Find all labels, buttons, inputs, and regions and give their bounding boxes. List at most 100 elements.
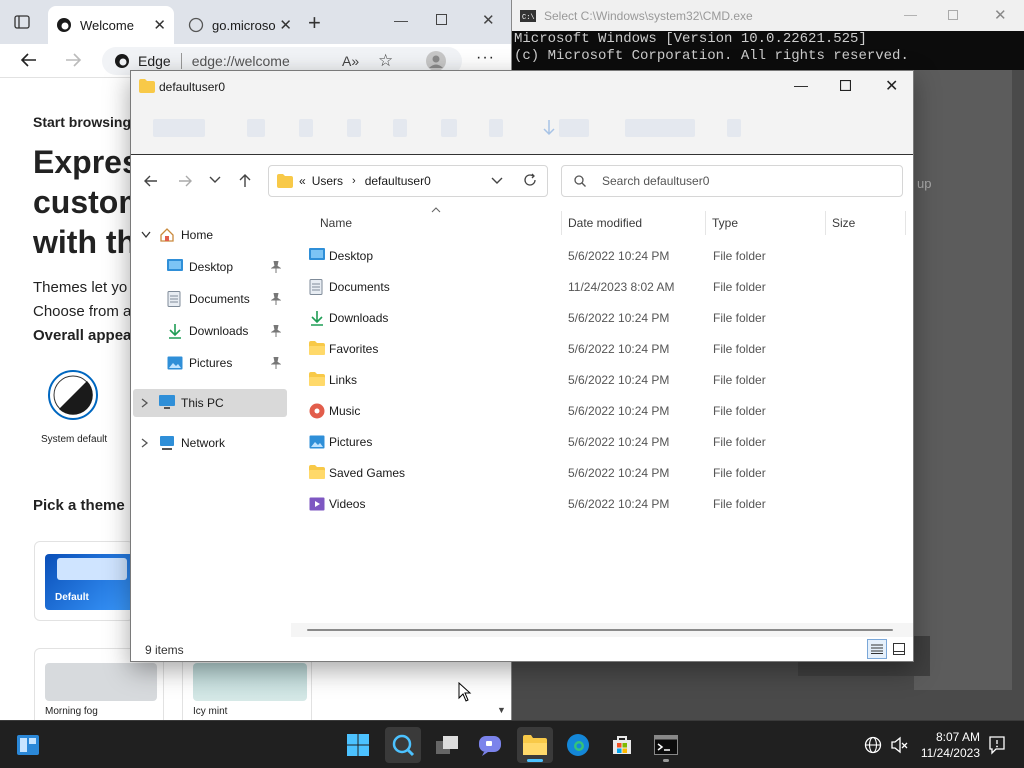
forward-icon[interactable] [64,51,82,69]
sidebar-label: Network [181,436,226,450]
back-icon[interactable] [143,173,159,189]
taskbar-clock[interactable]: 8:07 AM 11/24/2023 [910,729,980,761]
pin-icon[interactable] [271,293,281,305]
favorite-star-icon[interactable]: ☆ [378,51,393,71]
notifications-icon[interactable] [988,735,1006,755]
column-header-type[interactable]: Type [712,207,738,239]
teams-chat-button[interactable] [472,727,508,763]
music-folder-icon [309,403,325,419]
new-button[interactable] [153,119,205,137]
pictures-folder-icon [309,434,325,450]
cut-icon[interactable] [247,119,265,137]
system-default-option[interactable] [48,370,98,420]
desktop-icon [167,259,183,275]
more-options-icon[interactable]: ··· [476,49,495,67]
home-icon [159,227,175,243]
share-icon[interactable] [441,119,457,137]
sidebar-item-pictures[interactable]: Pictures [131,349,287,377]
pin-icon[interactable] [271,357,281,369]
column-header-size[interactable]: Size [832,207,855,239]
pin-icon[interactable] [271,261,281,273]
tab-label: Welcome [80,17,134,33]
tab-go-microsoft[interactable]: go.microso ✕ [180,6,300,44]
rename-icon[interactable] [393,119,407,137]
close-tab-icon[interactable]: ✕ [279,16,292,34]
cmd-close-button[interactable]: ✕ [994,6,1007,24]
terminal-taskbar-button[interactable] [648,727,684,763]
details-view-icon[interactable] [867,639,887,659]
large-icons-view-icon[interactable] [893,643,905,655]
table-row[interactable]: Saved Games 5/6/2022 10:24 PM File folder [301,458,901,488]
cmd-maximize-button[interactable] [948,10,958,20]
profile-avatar-icon[interactable] [426,51,446,71]
column-header-name[interactable]: Name [320,207,352,239]
maximize-button[interactable] [436,14,447,25]
store-taskbar-button[interactable] [604,727,640,763]
breadcrumb-overflow[interactable]: « [299,174,306,188]
more-options-icon[interactable] [727,119,741,137]
refresh-icon[interactable] [523,173,537,187]
chevron-right-icon[interactable] [133,398,159,408]
minimize-button[interactable]: — [394,12,408,28]
widgets-button[interactable] [10,727,46,763]
sidebar-item-desktop[interactable]: Desktop [131,253,287,281]
file-type: File folder [713,497,766,511]
horizontal-scrollbar[interactable] [291,623,913,637]
task-view-button[interactable] [429,727,465,763]
file-explorer-taskbar-button[interactable] [517,727,553,763]
breadcrumb-users[interactable]: Users [312,174,343,188]
address-dropdown-icon[interactable] [491,176,503,186]
new-tab-button[interactable]: + [308,10,321,36]
documents-folder-icon [309,279,325,295]
sidebar-item-documents[interactable]: Documents [131,285,287,313]
network-globe-icon[interactable] [864,736,882,754]
pin-icon[interactable] [271,325,281,337]
address-breadcrumb[interactable]: « Users › defaultuser0 [268,165,548,197]
table-row[interactable]: Links 5/6/2022 10:24 PM File folder [301,365,901,395]
close-window-button[interactable]: ✕ [482,11,495,29]
tab-actions-icon[interactable] [14,14,30,30]
paste-icon[interactable] [347,119,361,137]
maximize-button[interactable] [840,80,851,91]
pictures-icon [167,355,183,371]
sidebar-item-home[interactable]: Home [131,221,287,249]
table-row[interactable]: Favorites 5/6/2022 10:24 PM File folder [301,334,901,364]
table-row[interactable]: Music 5/6/2022 10:24 PM File folder [301,396,901,426]
table-row[interactable]: Pictures 5/6/2022 10:24 PM File folder [301,427,901,457]
table-row[interactable]: Videos 5/6/2022 10:24 PM File folder [301,489,901,519]
sidebar-item-this-pc[interactable]: This PC [133,389,287,417]
tab-welcome[interactable]: Welcome ✕ [48,6,174,44]
edge-logo-icon [56,17,72,33]
copy-icon[interactable] [299,119,313,137]
search-button[interactable] [385,727,421,763]
close-window-button[interactable]: ✕ [885,76,898,96]
sidebar-item-network[interactable]: Network [131,429,287,457]
scroll-down-icon[interactable]: ▼ [497,705,506,715]
sidebar-item-downloads[interactable]: Downloads [131,317,287,345]
back-icon[interactable] [20,51,38,69]
forward-icon[interactable] [177,173,193,189]
start-button[interactable] [340,727,376,763]
minimize-button[interactable]: — [794,77,808,93]
edge-taskbar-button[interactable] [560,727,596,763]
theme-card-default[interactable]: Default [34,541,135,621]
read-aloud-icon[interactable]: A» [342,53,359,69]
table-row[interactable]: Downloads 5/6/2022 10:24 PM File folder [301,303,901,333]
delete-icon[interactable] [489,119,503,137]
close-tab-icon[interactable]: ✕ [153,16,166,34]
chevron-right-icon[interactable] [131,438,159,448]
recent-locations-icon[interactable] [209,175,221,185]
up-icon[interactable] [237,173,253,189]
view-button[interactable] [625,119,695,137]
chevron-down-icon[interactable] [131,231,159,239]
scrollbar-thumb[interactable] [307,629,893,631]
volume-muted-icon[interactable] [890,736,908,754]
column-header-date[interactable]: Date modified [568,207,642,239]
sort-icon[interactable] [541,119,557,137]
body-line-1: Themes let yo [33,279,128,296]
table-row[interactable]: Desktop 5/6/2022 10:24 PM File folder [301,241,901,271]
cmd-minimize-button[interactable]: — [904,7,917,22]
breadcrumb-defaultuser0[interactable]: defaultuser0 [365,174,431,188]
table-row[interactable]: Documents 11/24/2023 8:02 AM File folder [301,272,901,302]
search-input[interactable]: Search defaultuser0 [561,165,903,197]
